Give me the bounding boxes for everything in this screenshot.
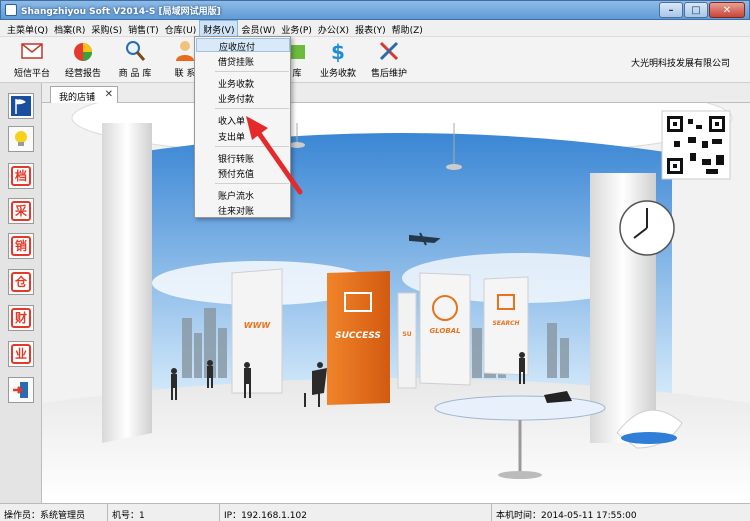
- menu-item-loan-account[interactable]: 借贷挂账: [196, 53, 290, 68]
- archive-glyph: 档: [11, 166, 31, 186]
- sales-glyph: 销: [11, 236, 31, 256]
- warehouse-glyph: 仓: [11, 272, 31, 292]
- panel-success: SUCCESS: [327, 271, 390, 405]
- status-bar: 操作员：系统管理员 机号：1 IP：192.168.1.102 本机时间：201…: [0, 503, 750, 521]
- menu-item-business-receipt[interactable]: 业务收款: [196, 75, 290, 90]
- menu-archive[interactable]: 档案(R): [51, 20, 88, 37]
- status-machine: 机号：1: [108, 504, 220, 521]
- tab-strip: 我的店铺 ✕: [42, 83, 750, 103]
- sidebar-finance-button[interactable]: 财: [8, 305, 34, 331]
- window-controls: – □ ✕: [659, 2, 745, 18]
- annotation-arrow: [246, 116, 303, 195]
- menu-warehouse[interactable]: 仓库(U): [162, 20, 200, 37]
- menu-item-receivables-payables[interactable]: 应收应付: [196, 38, 290, 53]
- app-icon: [5, 4, 17, 16]
- flag-icon: [11, 96, 31, 116]
- sidebar-business-button[interactable]: 业: [8, 341, 34, 367]
- menu-item-account-reconciliation[interactable]: 往来对账: [196, 202, 290, 217]
- store-illustration: WWW SUCCESS SU GLOBAL SEARCH: [42, 103, 750, 503]
- sms-platform-button[interactable]: 短信平台: [7, 39, 57, 81]
- tab-close-icon[interactable]: ✕: [105, 89, 113, 100]
- purchase-glyph: 采: [11, 201, 31, 221]
- menu-help[interactable]: 帮助(Z): [389, 20, 426, 37]
- qr-code: [661, 110, 731, 180]
- sidebar-archive-button[interactable]: 档: [8, 163, 34, 189]
- maximize-button[interactable]: □: [684, 2, 708, 18]
- menu-separator: [215, 71, 289, 72]
- company-name: 大光明科技发展有限公司: [630, 59, 730, 69]
- envelope-icon: [21, 43, 43, 59]
- sidebar-sales-button[interactable]: 销: [8, 233, 34, 259]
- menu-item-business-payment[interactable]: 业务付款: [196, 90, 290, 105]
- menu-main[interactable]: 主菜单(Q): [4, 20, 51, 37]
- window-title: Shangzhiyou Soft V2014-S [局域网试用版]: [21, 7, 221, 17]
- svg-text:SUCCESS: SUCCESS: [335, 331, 381, 341]
- menu-purchase[interactable]: 采购(S): [88, 20, 125, 37]
- status-ip: IP：192.168.1.102: [220, 504, 492, 521]
- menu-sales[interactable]: 销售(T): [125, 20, 162, 37]
- exit-icon: [13, 382, 28, 398]
- store-scene: WWW SUCCESS SU GLOBAL SEARCH: [42, 103, 750, 503]
- svg-text:GLOBAL: GLOBAL: [429, 327, 460, 335]
- menu-reports[interactable]: 报表(Y): [352, 20, 389, 37]
- business-glyph: 业: [11, 344, 31, 364]
- lightbulb-icon: [15, 131, 27, 146]
- menu-separator: [215, 108, 289, 109]
- status-time: 本机时间：2014-05-11 17:55:00: [496, 511, 637, 521]
- left-sidebar: 档 采 销 仓 财 业: [0, 83, 42, 503]
- sidebar-purchase-button[interactable]: 采: [8, 198, 34, 224]
- svg-text:SU: SU: [402, 331, 411, 338]
- close-button[interactable]: ✕: [709, 2, 745, 18]
- status-operator: 操作员：系统管理员: [0, 504, 108, 521]
- magnifier-icon: [126, 41, 146, 61]
- business-report-button[interactable]: 经营报告: [58, 39, 108, 81]
- panel-global: GLOBAL: [419, 272, 471, 386]
- sidebar-flag-button[interactable]: [8, 93, 34, 119]
- finance-glyph: 财: [11, 308, 31, 328]
- menu-finance[interactable]: 财务(V): [199, 20, 239, 37]
- menu-member[interactable]: 会员(W): [238, 20, 278, 37]
- product-library-button[interactable]: 商 品 库: [110, 39, 160, 81]
- menu-business[interactable]: 业务(P): [278, 20, 314, 37]
- menu-office[interactable]: 办公(X): [315, 20, 352, 37]
- svg-text:WWW: WWW: [244, 321, 272, 330]
- svg-text:$: $: [331, 40, 345, 63]
- tools-icon: [379, 41, 399, 61]
- title-bar: Shangzhiyou Soft V2014-S [局域网试用版] – □ ✕: [0, 0, 750, 20]
- after-sales-button[interactable]: 售后维护: [364, 39, 414, 81]
- dollar-icon: $: [331, 40, 345, 63]
- tab-label: 我的店铺: [59, 93, 96, 103]
- sidebar-exit-button[interactable]: [8, 377, 34, 403]
- minimize-button[interactable]: –: [659, 2, 683, 18]
- business-receipt-button[interactable]: $ 业务收款: [313, 39, 363, 81]
- svg-text:SEARCH: SEARCH: [492, 320, 519, 327]
- menu-bar: 主菜单(Q) 档案(R) 采购(S) 销售(T) 仓库(U) 财务(V) 会员(…: [0, 20, 750, 37]
- sidebar-warehouse-button[interactable]: 仓: [8, 269, 34, 295]
- panel-www: WWW: [231, 268, 283, 394]
- tab-my-store[interactable]: 我的店铺 ✕: [50, 86, 118, 103]
- panel-su: SU: [397, 292, 417, 389]
- pie-chart-icon: [74, 43, 92, 61]
- toolbar: 短信平台 经营报告 商 品 库 联 系 库 $ 业务收款 售后维护 大光明科技发…: [0, 37, 750, 83]
- sidebar-idea-button[interactable]: [8, 126, 34, 152]
